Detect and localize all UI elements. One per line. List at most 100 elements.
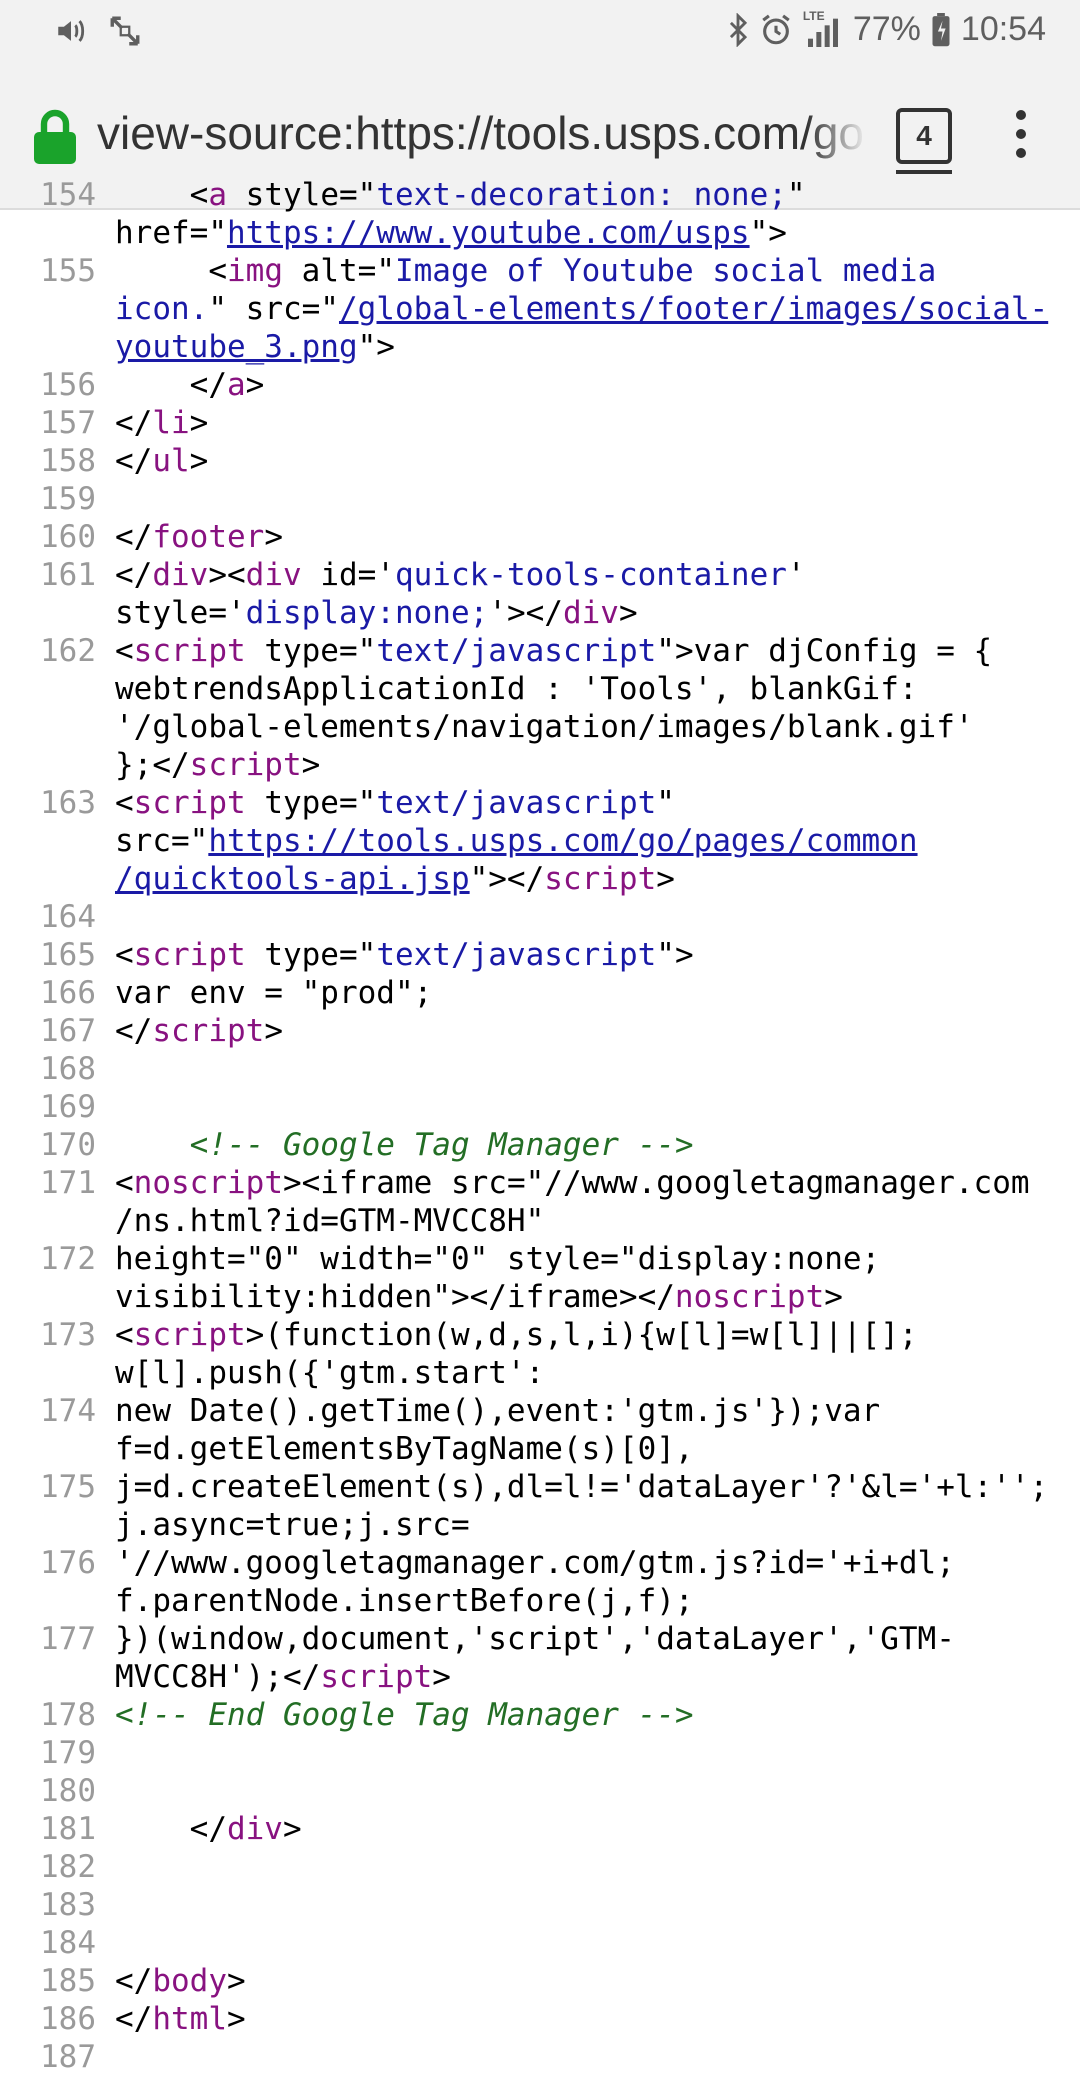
source-token: </ [115,557,153,593]
line-number: 169 [40,1089,96,1125]
source-line: 166 var env = "prod"; [0,974,1080,1012]
source-token: var env = "prod"; [115,975,433,1011]
bluetooth-icon [729,12,747,47]
source-line: 178 <!-- End Google Tag Manager --> [0,1696,1080,1734]
source-token: " src=" [208,291,339,327]
alarm-icon [762,14,790,44]
line-number: 182 [40,1849,96,1885]
source-token: > [189,405,209,441]
source-token: script [133,937,246,973]
source-token: noscript [674,1279,825,1315]
source-token: div [152,557,209,593]
source-token: new Date().getTime(),event:'gtm.js'});va… [115,1393,881,1467]
source-token: > [282,1811,302,1847]
source-line: 179 [0,1734,1080,1772]
status-bar: LTE 77% 10:54 [0,0,1080,64]
source-line: 182 [0,1848,1080,1886]
source-line: 157 </li> [0,404,1080,442]
status-right: LTE 77% 10:54 [727,9,1046,49]
source-line: 170 <!-- Google Tag Manager --> [0,1126,1080,1164]
source-token: script [544,861,657,897]
volume-icon [58,20,85,42]
source-line: 156 </a> [0,366,1080,404]
source-line: 180 [0,1772,1080,1810]
source-token: text-decoration: none; [376,177,787,213]
source-line: 163 <script type="text/javascript" src="h… [0,784,1080,898]
tab-switcher-button[interactable]: 4 [896,108,952,174]
source-comment: <!-- End Google Tag Manager --> [115,1697,694,1733]
source-token: })(window,document,'script','dataLayer',… [115,1621,955,1695]
source-token: ul [152,443,190,479]
line-number: 159 [40,481,96,517]
line-number: 154 [40,177,96,213]
source-line: 160 </footer> [0,518,1080,556]
source-token: > [301,747,321,783]
source-line: 168 [0,1050,1080,1088]
source-token: script [133,633,246,669]
line-number: 172 [40,1241,96,1277]
source-token: < [115,1165,134,1201]
source-token: '//www.googletagmanager.com/gtm.js?id='+… [115,1545,955,1619]
source-token: j=d.createElement(s),dl=l!='dataLayer'?'… [115,1469,1049,1543]
source-token: '></ [488,595,563,631]
source-token: < [115,785,134,821]
line-number: 170 [40,1127,96,1163]
source-token: type=" [245,633,377,669]
source-token: </ [115,405,153,441]
line-number: 186 [40,2001,96,2037]
clock: 10:54 [960,10,1046,48]
line-number: 163 [40,785,96,821]
source-token: </ [115,1811,227,1847]
source-line: 177 })(window,document,'script','dataLaye… [0,1620,1080,1696]
source-token: display:none; [245,595,489,631]
source-token: </ [115,1013,153,1049]
source-token: type=" [245,937,377,973]
source-token: < [115,937,134,973]
line-number: 185 [40,1963,96,1999]
source-token: li [152,405,190,441]
source-token: < [115,633,134,669]
line-number: 179 [40,1735,96,1771]
source-line: 173 <script>(function(w,d,s,l,i){w[l]=w[l… [0,1316,1080,1392]
overflow-menu-icon[interactable] [1014,110,1028,170]
source-token: > [432,1659,451,1695]
source-line: 154 <a style="text-decoration: none;" hr… [0,176,1080,252]
source-token: script [133,785,246,821]
source-token: > [824,1279,843,1315]
line-number: 176 [40,1545,96,1581]
line-number: 180 [40,1773,96,1809]
source-token: text/javascript [376,785,657,821]
source-token: quick-tools-container [394,557,787,593]
source-token: body [152,1963,227,1999]
source-token: > [618,595,638,631]
source-line: 169 [0,1088,1080,1126]
source-line: 175 j=d.createElement(s),dl=l!='dataLayer… [0,1468,1080,1544]
source-line: 167 </script> [0,1012,1080,1050]
source-link[interactable]: https://www.youtube.com/usps [227,215,750,251]
lock-icon[interactable] [34,108,76,164]
line-number: 161 [40,557,96,593]
line-number: 177 [40,1621,96,1657]
source-line: 159 [0,480,1080,518]
battery-icon [932,12,950,46]
source-token: > [245,367,265,403]
source-token: "></ [469,861,545,897]
source-line: 165 <script type="text/javascript"> [0,936,1080,974]
source-token: "> [656,937,694,973]
source-line: 161 </div><div id='quick-tools-container'… [0,556,1080,632]
source-line: 183 [0,1886,1080,1924]
source-token: < [115,253,227,289]
signal-indicator: LTE [803,9,843,47]
address-bar[interactable]: view-source:https://tools.usps.com/go [97,106,867,168]
menu-dot [1016,129,1026,139]
source-token: >< [208,557,246,593]
source-token: > [656,861,675,897]
source-token: a [208,177,227,213]
line-number: 173 [40,1317,96,1353]
source-line: 158 </ul> [0,442,1080,480]
source-line: 155 <img alt="Image of Youtube social me… [0,252,1080,366]
source-token: script [133,1317,246,1353]
menu-dot [1016,110,1026,120]
line-number: 167 [40,1013,96,1049]
source-token: a [226,367,246,403]
